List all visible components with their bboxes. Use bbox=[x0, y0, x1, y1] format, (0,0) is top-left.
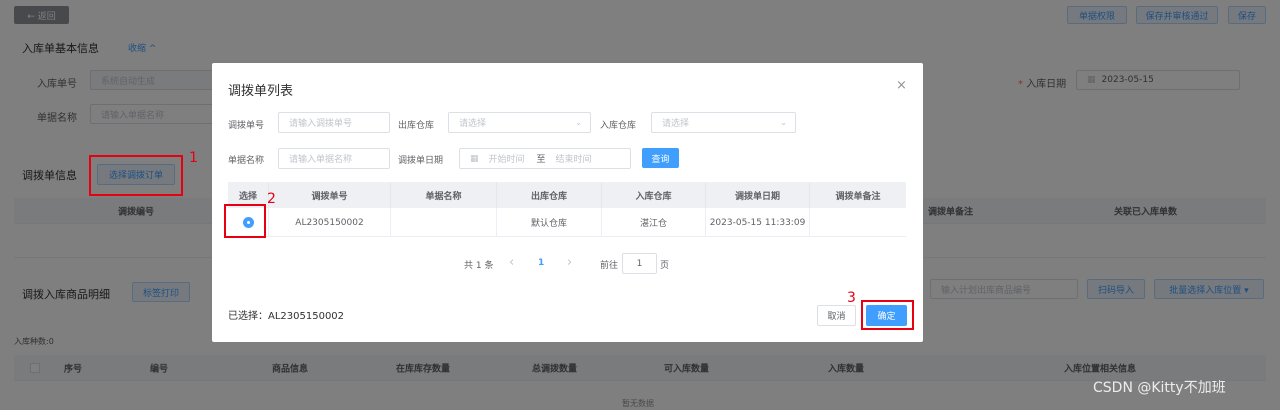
th-out-warehouse: 出库仓库 bbox=[497, 182, 602, 208]
cancel-button[interactable]: 取消 bbox=[817, 305, 856, 326]
close-icon[interactable]: × bbox=[896, 78, 907, 93]
pagination-total: 共 1 条 bbox=[464, 261, 494, 271]
annotation-box-1 bbox=[89, 155, 183, 196]
doc-name-filter-input[interactable]: 请输入单据名称 bbox=[278, 148, 390, 169]
out-warehouse-label: 出库仓库 bbox=[398, 121, 435, 131]
cell-in-warehouse: 湛江仓 bbox=[602, 208, 706, 237]
th-doc-name: 单据名称 bbox=[391, 182, 497, 208]
next-page-icon[interactable]: › bbox=[567, 255, 572, 270]
csdn-watermark: CSDN @Kitty不加班 bbox=[1093, 380, 1226, 396]
start-date-input[interactable]: 开始时间 bbox=[489, 152, 537, 165]
annotation-number-1: 1 bbox=[189, 150, 198, 166]
range-separator: 至 bbox=[536, 155, 546, 165]
th-transfer-no: 调拨单号 bbox=[269, 182, 391, 208]
transfer-list-table-header: 选择 调拨单号 单据名称 出库仓库 入库仓库 调拨单日期 调拨单备注 bbox=[228, 182, 906, 208]
doc-name-filter-label: 单据名称 bbox=[228, 156, 265, 166]
annotation-box-3 bbox=[861, 300, 914, 330]
annotation-number-3: 3 bbox=[847, 290, 856, 306]
transfer-date-range[interactable]: ▦ 开始时间 至 结束时间 bbox=[459, 148, 631, 169]
calendar-icon: ▦ bbox=[470, 153, 479, 164]
chevron-down-icon: ⌄ bbox=[780, 118, 787, 127]
selected-text: 已选择：AL2305150002 bbox=[228, 311, 345, 322]
in-warehouse-label: 入库仓库 bbox=[600, 121, 637, 131]
cell-out-warehouse: 默认仓库 bbox=[497, 208, 602, 237]
th-transfer-date: 调拨单日期 bbox=[706, 182, 810, 208]
cell-doc-name bbox=[391, 208, 497, 237]
transfer-no-label: 调拨单号 bbox=[228, 121, 265, 131]
th-in-warehouse: 入库仓库 bbox=[602, 182, 706, 208]
transfer-list-dialog: 调拨单列表 × 调拨单号 请输入调拨单号 出库仓库 请选择 ⌄ 入库仓库 请选择 ⌄… bbox=[212, 63, 923, 342]
transfer-no-input[interactable]: 请输入调拨单号 bbox=[278, 112, 390, 133]
out-warehouse-select[interactable]: 请选择 ⌄ bbox=[448, 112, 591, 133]
dialog-title: 调拨单列表 bbox=[228, 84, 294, 99]
th-remark: 调拨单备注 bbox=[835, 191, 881, 202]
goto-page-input[interactable]: 1 bbox=[622, 253, 657, 274]
table-row[interactable]: AL2305150002 默认仓库 湛江仓 2023-05-15 11:33:0… bbox=[228, 208, 906, 237]
cell-transfer-no: AL2305150002 bbox=[269, 208, 391, 237]
annotation-number-2: 2 bbox=[267, 191, 276, 207]
page-number[interactable]: 1 bbox=[538, 258, 544, 268]
annotation-box-2 bbox=[224, 204, 266, 238]
goto-label: 前往 bbox=[600, 261, 619, 271]
cell-transfer-date: 2023-05-15 11:33:09 bbox=[706, 208, 810, 237]
end-date-input[interactable]: 结束时间 bbox=[556, 152, 592, 165]
in-warehouse-select[interactable]: 请选择 ⌄ bbox=[651, 112, 796, 133]
chevron-down-icon: ⌄ bbox=[575, 118, 582, 127]
prev-page-icon[interactable]: ‹ bbox=[509, 255, 514, 270]
query-button[interactable]: 查询 bbox=[642, 148, 679, 168]
cell-remark bbox=[810, 208, 906, 237]
transfer-date-label: 调拨单日期 bbox=[398, 156, 444, 166]
page-unit: 页 bbox=[660, 261, 670, 271]
